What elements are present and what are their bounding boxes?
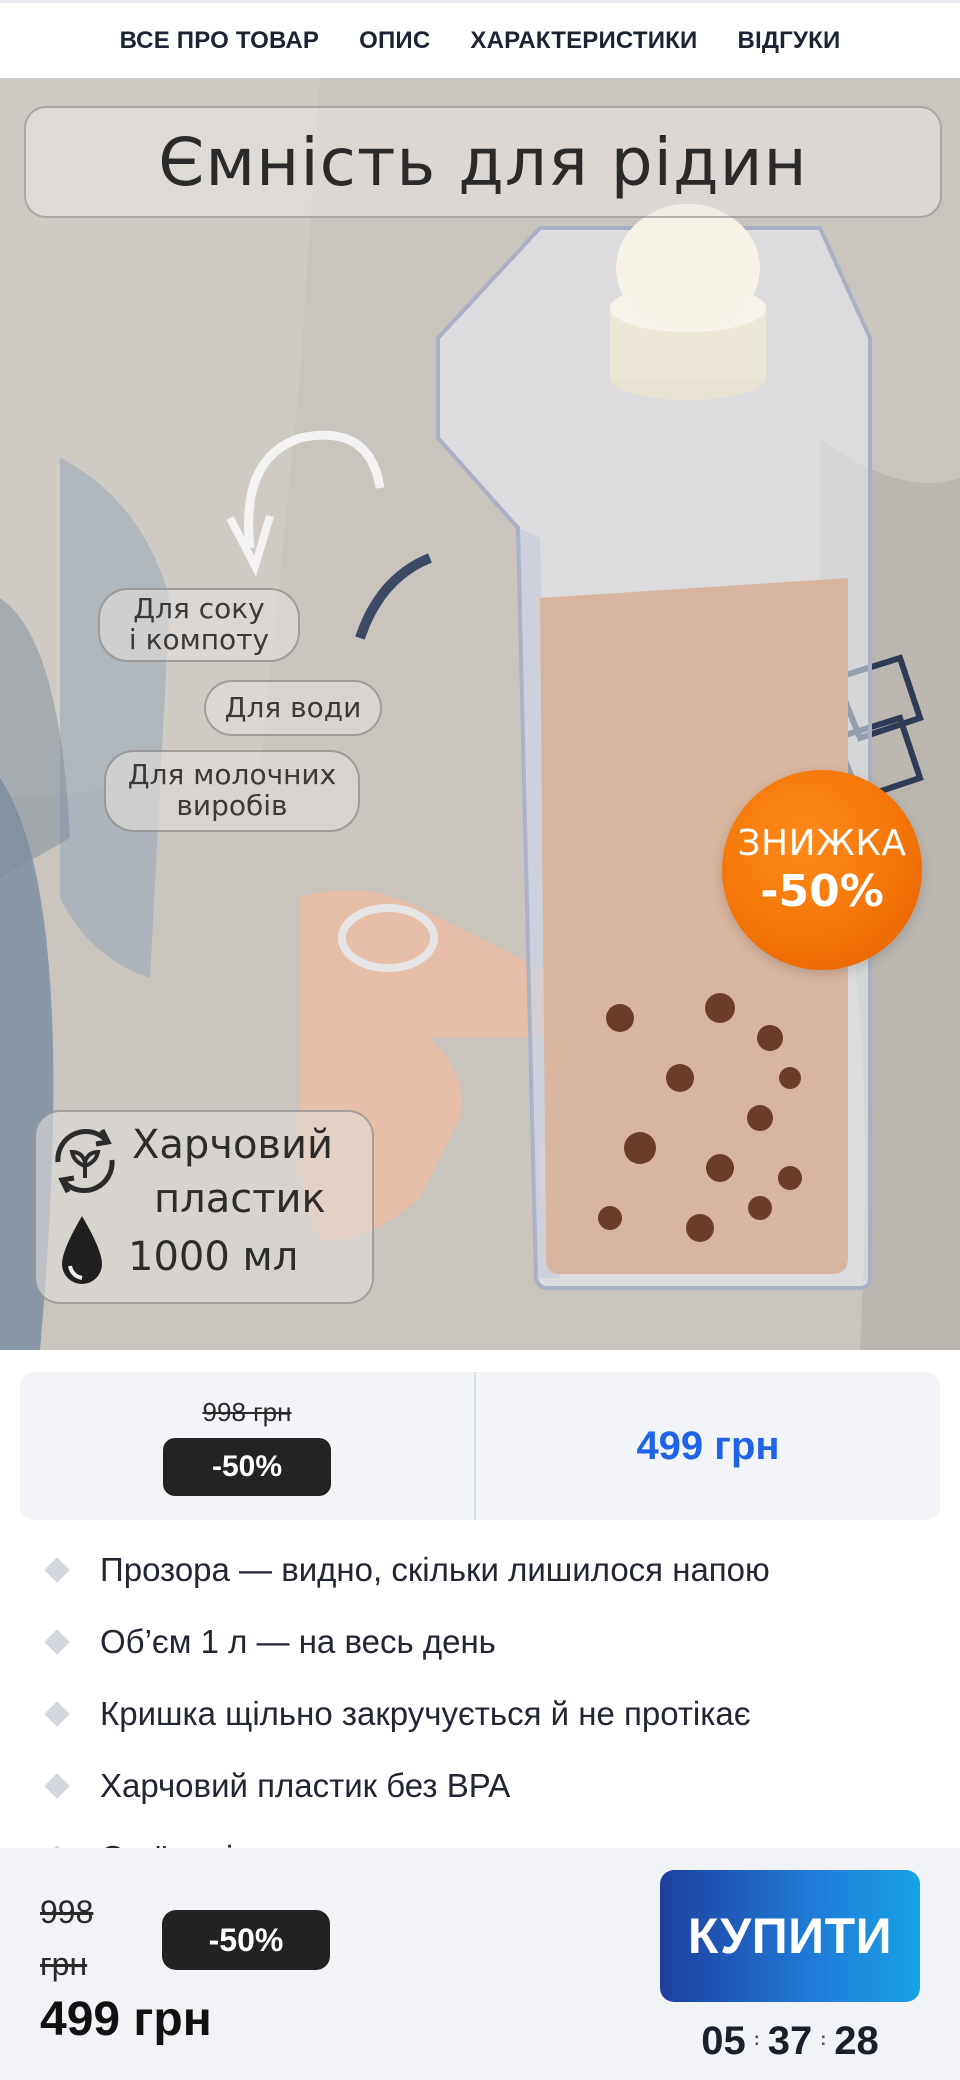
diamond-bullet-icon	[44, 1629, 70, 1655]
nav-item-characteristics[interactable]: ХАРАКТЕРИСТИКИ	[450, 27, 717, 55]
feature-text: Об’єм 1 л — на весь день	[100, 1623, 496, 1660]
diamond-bullet-icon	[44, 1557, 70, 1583]
bottom-new-price: 499 грн	[40, 1993, 212, 2046]
use-label-dairy-text: Для молочних виробів	[127, 758, 337, 822]
list-item: Кришка щільно закручується й не протікає	[0, 1678, 960, 1750]
list-item: Прозора — видно, скільки лишилося напою	[0, 1534, 960, 1606]
use-label-juice: Для соку і компоту	[98, 588, 300, 662]
spec-info-box: Харчовий пластик 1000 мл	[34, 1110, 374, 1304]
use-label-water-text: Для води	[224, 690, 362, 724]
use-label-dairy: Для молочних виробів	[104, 750, 360, 832]
spec-volume: 1000 мл	[128, 1234, 299, 1280]
timer-seconds: 28	[834, 2018, 879, 2063]
list-item: Харчовий пластик без BPA	[0, 1750, 960, 1822]
sticky-buy-bar: 998 грн -50% 499 грн КУПИТИ 05 : 37 : 28	[0, 1848, 960, 2080]
price-panel: 998 грн -50% 499 грн	[20, 1372, 940, 1520]
discount-badge-value: -50%	[760, 866, 884, 917]
timer-separator: :	[753, 2028, 760, 2049]
price-panel-new-section: 499 грн	[476, 1372, 940, 1520]
countdown-timer: 05 : 37 : 28	[660, 2016, 920, 2066]
buy-button[interactable]: КУПИТИ	[660, 1870, 920, 2002]
use-label-water: Для води	[204, 680, 382, 736]
timer-separator: :	[820, 2028, 827, 2049]
bottom-old-price: 998 грн	[40, 1894, 94, 1982]
feature-text: Прозора — видно, скільки лишилося напою	[100, 1551, 770, 1588]
price-panel-old-section: 998 грн -50%	[20, 1372, 476, 1520]
product-title-banner: Ємність для рідин	[24, 106, 942, 218]
eco-plastic-icon	[55, 1128, 115, 1194]
nav-item-all-about[interactable]: ВСЕ ПРО ТОВАР	[100, 27, 340, 55]
diamond-bullet-icon	[44, 1773, 70, 1799]
new-price: 499 грн	[636, 1423, 780, 1468]
water-drop-icon	[62, 1216, 102, 1284]
discount-badge-label: ЗНИЖКА	[737, 823, 907, 864]
feature-text: Кришка щільно закручується й не протікає	[100, 1695, 751, 1732]
feature-text: Харчовий пластик без BPA	[100, 1767, 511, 1804]
nav-item-reviews[interactable]: ВІДГУКИ	[717, 27, 860, 55]
spec-material-line1: Харчовий	[132, 1122, 333, 1168]
list-item: Об’єм 1 л — на весь день	[0, 1606, 960, 1678]
use-label-juice-text: Для соку і компоту	[128, 592, 270, 656]
diamond-bullet-icon	[44, 1701, 70, 1727]
discount-badge: -50%	[163, 1437, 331, 1496]
discount-badge-circle: ЗНИЖКА -50%	[722, 770, 922, 970]
bottom-discount-badge: -50%	[162, 1910, 330, 1970]
top-nav: ВСЕ ПРО ТОВАР ОПИС ХАРАКТЕРИСТИКИ ВІДГУК…	[0, 0, 960, 78]
product-hero-image: Ємність для рідин Для соку і компоту Для…	[0, 78, 960, 1350]
nav-item-description[interactable]: ОПИС	[339, 27, 450, 55]
old-price: 998 грн	[202, 1396, 292, 1427]
spec-material-line2: пластик	[154, 1176, 326, 1222]
timer-hours: 05	[701, 2018, 746, 2063]
feature-list: Прозора — видно, скільки лишилося напою …	[0, 1534, 960, 1894]
timer-minutes: 37	[767, 2018, 813, 2063]
